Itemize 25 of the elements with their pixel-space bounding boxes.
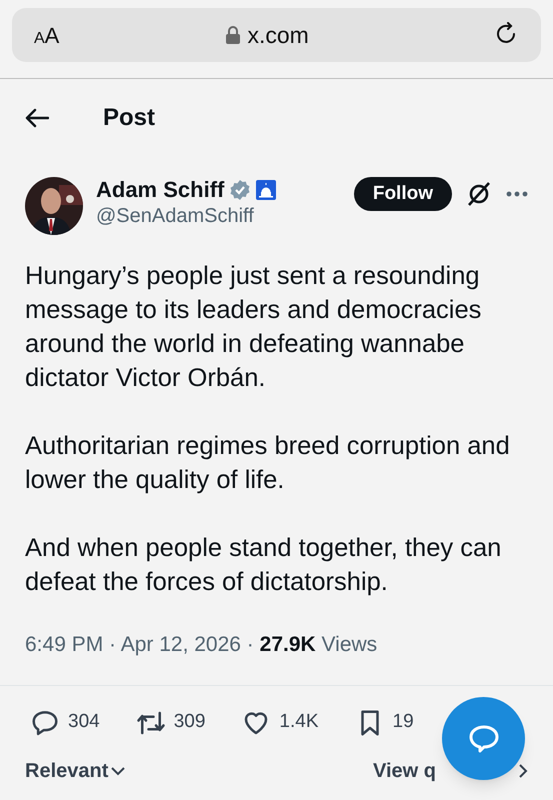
action-count: 304: [68, 710, 100, 734]
capitol-icon: [256, 180, 276, 200]
speech-bubble-icon: [468, 724, 500, 754]
address-bar[interactable]: AA x.com: [12, 8, 541, 62]
action-count: 19: [392, 710, 414, 734]
back-arrow-icon[interactable]: [25, 108, 49, 128]
author-name[interactable]: Adam Schiff: [96, 177, 224, 203]
post-paragraph: And when people stand together, they can defeat the forces of dictatorship.: [25, 533, 502, 598]
url-text: x.com: [248, 20, 309, 50]
post-paragraph: Authoritarian regimes breed corruption and lower the quality of life.: [25, 431, 511, 496]
chevron-right-icon: [518, 762, 528, 778]
sort-dropdown[interactable]: Relevant: [25, 756, 126, 786]
slashed-circle-icon[interactable]: [466, 181, 492, 207]
author-handle: @SenAdamSchiff: [96, 204, 255, 229]
action-count: 309: [174, 710, 206, 734]
text-size-button[interactable]: AA: [34, 18, 60, 52]
post-paragraph: Hungary’s people just sent a resounding message to its leaders and democracies around the world in defeating wannabe dictator Victor Orbán.: [25, 261, 482, 394]
lock-icon: [226, 26, 240, 44]
page-title: Post: [103, 103, 156, 133]
more-options-icon[interactable]: [506, 191, 528, 197]
post-meta: 6:49 PM · Apr 12, 2026 · 27.9K Views: [25, 633, 378, 656]
follow-button[interactable]: Follow: [354, 177, 452, 211]
view-quotes-link[interactable]: View q: [373, 756, 436, 786]
action-count: 1.4K: [279, 710, 318, 734]
chevron-down-icon: [110, 766, 126, 776]
